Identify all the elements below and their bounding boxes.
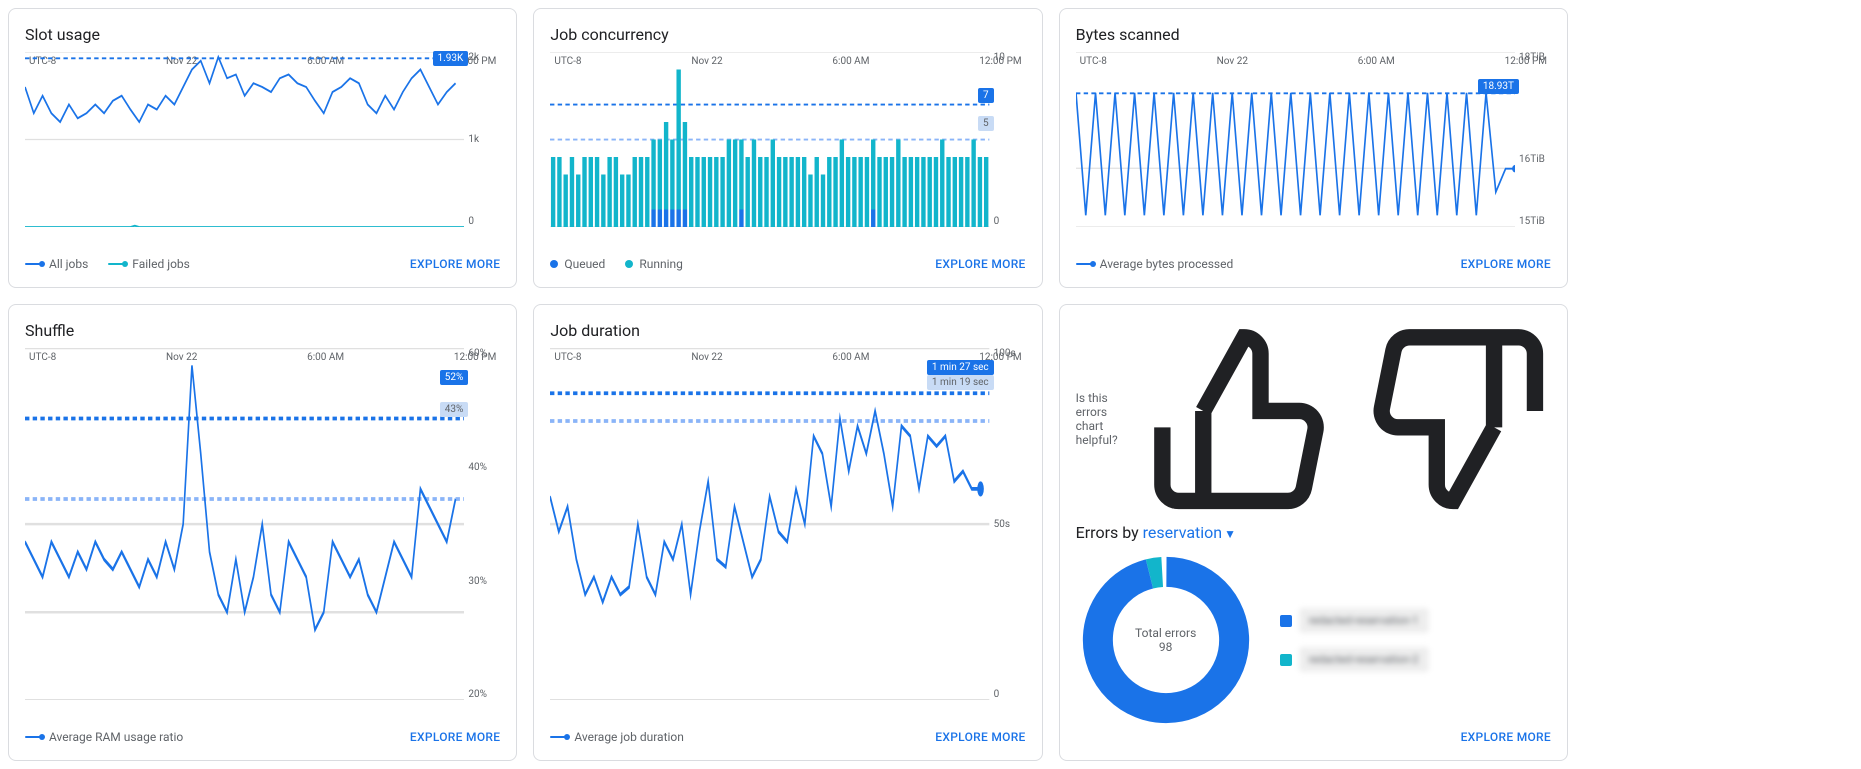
dropdown-caret-icon: ▼ [1224, 527, 1236, 541]
explore-more-link[interactable]: EXPLORE MORE [410, 730, 500, 744]
y-axis: 60% 40% 30% 20% [468, 348, 500, 700]
reference-badge-high: 7 [978, 88, 994, 103]
explore-more-link[interactable]: EXPLORE MORE [410, 257, 500, 271]
y-axis: 18TiB 16TiB 15TiB [1519, 52, 1551, 227]
explore-more-link[interactable]: EXPLORE MORE [1461, 730, 1551, 744]
legend: Queued Running [550, 257, 683, 271]
card-title: Errors by reservation▼ [1076, 523, 1551, 542]
thumbs-down-icon[interactable] [1355, 321, 1551, 517]
donut-chart: Total errors 98 [1076, 550, 1256, 730]
donut-center-label: Total errors [1135, 626, 1196, 640]
chart-plot-area: 10 0 7 5 UTC-8Nov 226:00 AM12:00 PM [550, 52, 1025, 245]
legend: Average RAM usage ratio [25, 730, 183, 744]
explore-more-link[interactable]: EXPLORE MORE [1461, 257, 1551, 271]
y-axis: 100s 50s 0 [994, 348, 1026, 700]
explore-more-link[interactable]: EXPLORE MORE [935, 730, 1025, 744]
chart-plot-area: 60% 40% 30% 20% 52% 43% UTC-8Nov 226:00 … [25, 348, 500, 718]
card-title: Job duration [550, 321, 1025, 340]
card-job-duration: Job duration 100s 50s 0 1 min 27 sec 1 m… [533, 304, 1042, 761]
errors-groupby-dropdown[interactable]: reservation▼ [1143, 523, 1236, 542]
chart-plot-area: 2k 1k 0 1.93K UTC-8Nov 226:00 AM12:00 PM [25, 52, 500, 245]
card-slot-usage: Slot usage 2k 1k 0 1.93K UTC-8Nov 226:00… [8, 8, 517, 288]
card-title: Job concurrency [550, 25, 1025, 44]
legend-label-redacted: redacted-reservation-1 [1300, 609, 1428, 632]
explore-more-link[interactable]: EXPLORE MORE [935, 257, 1025, 271]
thumbs-up-icon[interactable] [1146, 321, 1342, 517]
card-title: Shuffle [25, 321, 500, 340]
card-job-concurrency: Job concurrency 10 0 7 5 UTC-8Nov 226:00… [533, 8, 1042, 288]
reference-badge-high: 52% [440, 370, 469, 385]
card-errors: Is this errors chart helpful? Errors by … [1059, 304, 1568, 761]
legend: All jobs Failed jobs [25, 257, 190, 271]
donut-center-value: 98 [1135, 640, 1196, 654]
feedback-text: Is this errors chart helpful? [1076, 391, 1135, 447]
reference-badge-low: 5 [978, 116, 994, 131]
reference-badge: 18.93T [1478, 79, 1519, 94]
reference-badge-high: 1 min 27 sec [927, 360, 994, 375]
chart-plot-area: 18TiB 16TiB 15TiB 18.93T UTC-8Nov 226:00… [1076, 52, 1551, 245]
card-shuffle: Shuffle 60% 40% 30% 20% 52% 43% UTC-8Nov… [8, 304, 517, 761]
card-bytes-scanned: Bytes scanned 18TiB 16TiB 15TiB 18.93T U… [1059, 8, 1568, 288]
reference-badge: 1.93K [433, 51, 469, 66]
legend-label-redacted: redacted-reservation-2 [1300, 648, 1428, 671]
card-title: Bytes scanned [1076, 25, 1551, 44]
legend: Average job duration [550, 730, 684, 744]
card-title: Slot usage [25, 25, 500, 44]
reference-badge-low: 1 min 19 sec [927, 375, 994, 390]
chart-plot-area: 100s 50s 0 1 min 27 sec 1 min 19 sec UTC… [550, 348, 1025, 718]
y-axis: 10 0 [994, 52, 1026, 227]
reference-badge-low: 43% [440, 402, 469, 417]
legend: Average bytes processed [1076, 257, 1234, 271]
donut-legend: redacted-reservation-1 redacted-reservat… [1280, 609, 1428, 671]
y-axis: 2k 1k 0 [468, 52, 500, 227]
